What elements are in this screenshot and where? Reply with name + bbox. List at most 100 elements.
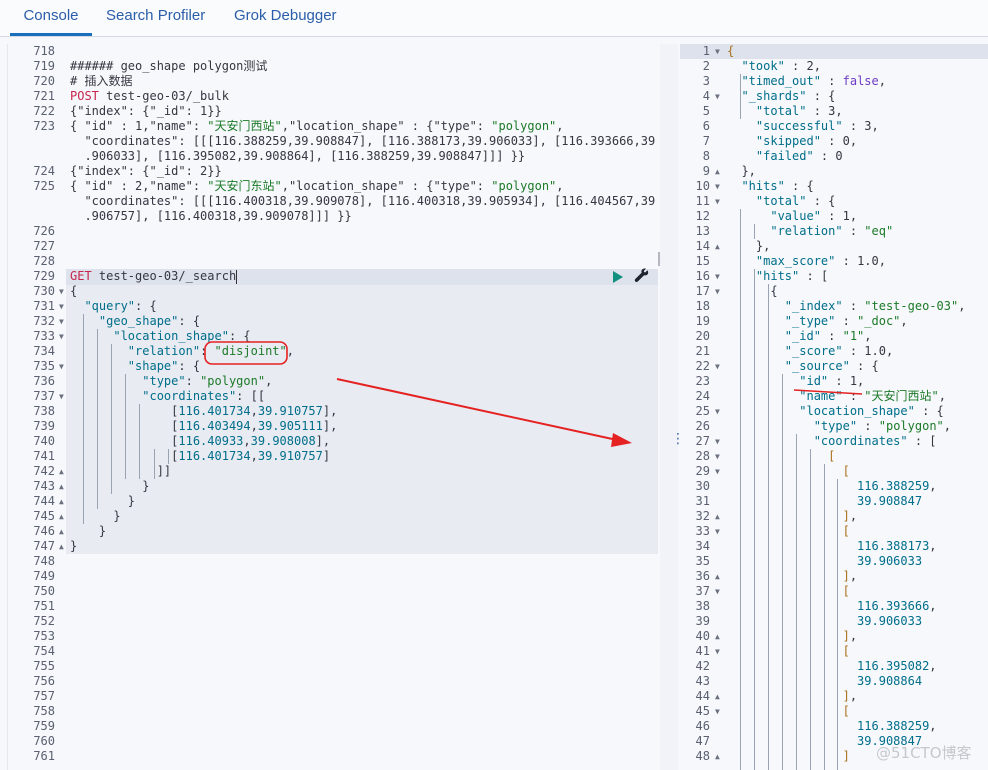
fold-collapse-icon[interactable]: ▼ — [715, 179, 720, 194]
code-line: [ — [842, 464, 850, 478]
fold-collapse-icon[interactable]: ▼ — [715, 359, 720, 374]
line-number: 722 — [33, 104, 55, 118]
indent-guide — [111, 344, 112, 494]
fold-collapse-icon[interactable]: ▼ — [715, 284, 720, 299]
fold-collapse-icon[interactable]: ▼ — [715, 194, 720, 209]
fold-collapse-icon[interactable]: ▼ — [715, 524, 720, 539]
line-number: 18 — [695, 299, 710, 313]
fold-collapse-icon[interactable]: ▼ — [715, 584, 720, 599]
code-line[interactable]: .906757], [116.400318,39.909078]]] }} — [70, 209, 351, 224]
fold-collapse-icon[interactable]: ▼ — [59, 389, 64, 404]
fold-collapse-icon[interactable]: ▼ — [59, 284, 64, 299]
line-number: 35 — [695, 554, 710, 568]
code-line[interactable]: "coordinates": [[[116.388259,39.908847],… — [70, 134, 655, 149]
code-line[interactable]: { "id" : 1,"name": "天安门西站","location_sha… — [70, 119, 564, 134]
indent-guide — [768, 284, 769, 770]
code-line[interactable]: "coordinates": [[ — [70, 389, 265, 404]
line-number: 748 — [33, 554, 55, 568]
line-number: 761 — [33, 749, 55, 763]
fold-collapse-icon[interactable]: ▼ — [59, 299, 64, 314]
fold-expand-icon[interactable]: ▲ — [715, 164, 720, 179]
line-number: 33 — [695, 524, 710, 538]
code-line[interactable]: } — [70, 524, 106, 539]
line-number: 38 — [695, 599, 710, 613]
line-number: 14 — [695, 239, 710, 253]
code-line[interactable]: } — [70, 509, 120, 524]
line-number: 749 — [33, 569, 55, 583]
code-line[interactable]: { "id" : 2,"name": "天安门东站","location_sha… — [70, 179, 564, 194]
code-line[interactable]: {"index": {"_id": 2}} — [70, 164, 222, 179]
line-number: 42 — [695, 659, 710, 673]
fold-collapse-icon[interactable]: ▼ — [715, 464, 720, 479]
code-line[interactable]: } — [70, 479, 149, 494]
code-line[interactable]: ]] — [70, 464, 171, 479]
fold-expand-icon[interactable]: ▲ — [715, 239, 720, 254]
code-line[interactable]: .906033], [116.395082,39.908864], [116.3… — [70, 149, 525, 164]
request-editor[interactable]: 718 719 ###### geo_shape polygon测试 720 # 插入数… — [8, 44, 658, 770]
fold-expand-icon[interactable]: ▲ — [715, 689, 720, 704]
fold-collapse-icon[interactable]: ▼ — [715, 44, 720, 59]
fold-expand-icon[interactable]: ▲ — [59, 464, 64, 479]
fold-collapse-icon[interactable]: ▼ — [715, 449, 720, 464]
code-line: "location_shape" : { — [799, 404, 944, 418]
code-line[interactable]: } — [70, 539, 77, 554]
tab-search-profiler[interactable]: Search Profiler — [106, 0, 205, 36]
code-line[interactable]: [116.40933,39.908008], — [70, 434, 330, 449]
line-number: 758 — [33, 704, 55, 718]
code-line: 116.388259, — [857, 479, 937, 493]
line-number: 737 — [33, 389, 55, 403]
line-number: 40 — [695, 629, 710, 643]
tab-console[interactable]: Console — [10, 0, 92, 36]
code-line[interactable]: GET test-geo-03/_search — [70, 269, 238, 284]
fold-expand-icon[interactable]: ▲ — [59, 479, 64, 494]
fold-collapse-icon[interactable]: ▼ — [715, 434, 720, 449]
line-number: 10 — [695, 179, 710, 193]
wrench-icon[interactable] — [634, 268, 650, 284]
code-line[interactable]: "coordinates": [[[116.400318,39.909078],… — [70, 194, 655, 209]
fold-collapse-icon[interactable]: ▼ — [715, 404, 720, 419]
code-line[interactable]: "query": { — [70, 299, 156, 314]
code-line[interactable]: POST test-geo-03/_bulk — [70, 89, 229, 104]
code-line[interactable]: "shape": { — [70, 359, 200, 374]
fold-expand-icon[interactable]: ▲ — [715, 749, 720, 764]
fold-collapse-icon[interactable]: ▼ — [59, 329, 64, 344]
line-number: 757 — [33, 689, 55, 703]
fold-expand-icon[interactable]: ▲ — [59, 524, 64, 539]
fold-collapse-icon[interactable]: ▼ — [715, 269, 720, 284]
send-request-button[interactable] — [613, 271, 623, 283]
fold-expand-icon[interactable]: ▲ — [715, 629, 720, 644]
fold-collapse-icon[interactable]: ▼ — [59, 359, 64, 374]
line-number: 725 — [33, 179, 55, 193]
code-line[interactable]: [116.401734,39.910757] — [70, 449, 330, 464]
code-line[interactable]: } — [70, 494, 135, 509]
fold-expand-icon[interactable]: ▲ — [715, 569, 720, 584]
panel-divider[interactable] — [660, 44, 678, 770]
code-line[interactable]: # 插入数据 — [70, 74, 132, 89]
fold-expand-icon[interactable]: ▲ — [59, 509, 64, 524]
fold-expand-icon[interactable]: ▲ — [59, 494, 64, 509]
line-number: 11 — [695, 194, 710, 208]
tab-grok-debugger[interactable]: Grok Debugger — [234, 0, 337, 36]
code-line[interactable]: { — [70, 284, 77, 299]
indent-guide — [837, 479, 838, 770]
fold-expand-icon[interactable]: ▲ — [59, 539, 64, 554]
code-line[interactable]: ###### geo_shape polygon测试 — [70, 59, 267, 74]
indent-guide — [83, 314, 84, 524]
indent-guide — [139, 404, 140, 479]
line-number: 720 — [33, 74, 55, 88]
code-line[interactable]: "geo_shape": { — [70, 314, 200, 329]
indent-guide — [168, 449, 169, 464]
fold-collapse-icon[interactable]: ▼ — [715, 704, 720, 719]
indent-guide — [754, 269, 755, 770]
code-line[interactable]: "relation": "disjoint", — [70, 344, 294, 359]
fold-collapse-icon[interactable]: ▼ — [59, 314, 64, 329]
code-line[interactable]: "type": "polygon", — [70, 374, 272, 389]
line-number: 21 — [695, 344, 710, 358]
fold-collapse-icon[interactable]: ▼ — [715, 644, 720, 659]
resize-handle-icon[interactable]: ⋮ — [671, 431, 685, 445]
code-line[interactable]: {"index": {"_id": 1}} — [70, 104, 222, 119]
fold-collapse-icon[interactable]: ▼ — [715, 89, 720, 104]
fold-expand-icon[interactable]: ▲ — [715, 509, 720, 524]
line-number: 16 — [695, 269, 710, 283]
line-number: 726 — [33, 224, 55, 238]
